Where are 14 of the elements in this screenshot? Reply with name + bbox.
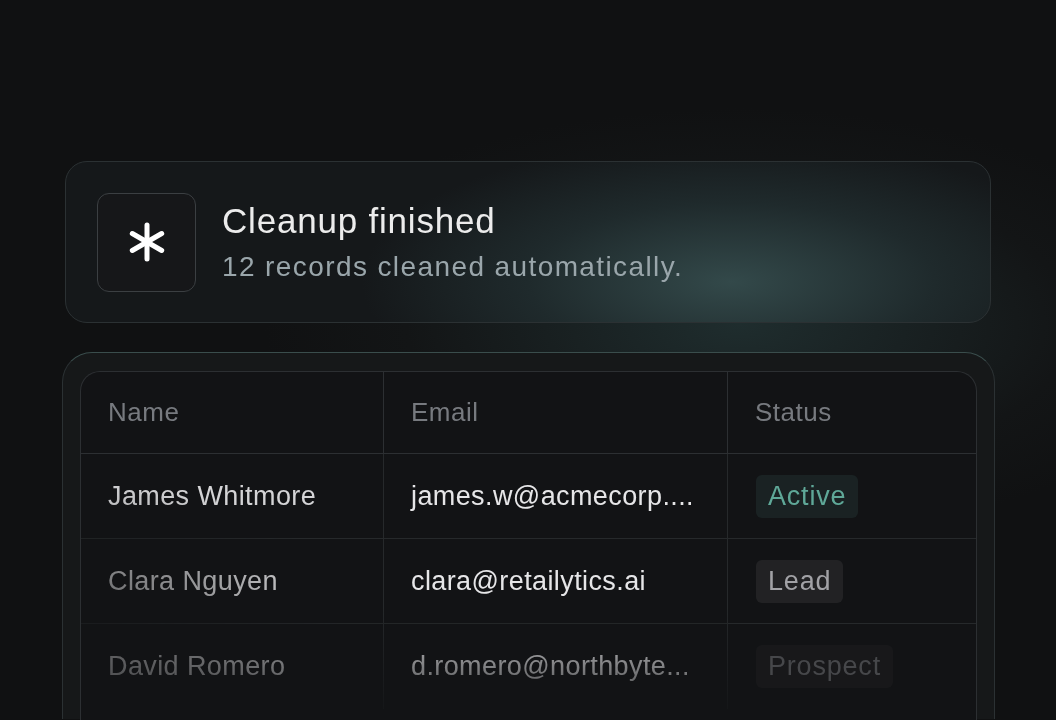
status-tag: Lead (756, 559, 844, 603)
column-header: Email (411, 396, 479, 429)
table-cell-text: Clara Nguyen (108, 564, 278, 598)
status-tag: Active (756, 474, 859, 518)
asterisk-icon (97, 192, 196, 292)
table-cell-text: d.romero@northbyte... (411, 650, 690, 684)
column-header: Status (755, 396, 832, 429)
table-cell-text: clara@retailytics.ai (411, 564, 646, 598)
notification-message: 12 records cleaned automatically. (222, 250, 684, 284)
notification-title: Cleanup finished (222, 200, 497, 242)
table-cell-text: james.w@acmecorp.... (411, 479, 694, 513)
table-cell-text: David Romero (108, 650, 286, 684)
column-header: Name (108, 396, 180, 429)
table-cell-text: James Whitmore (108, 479, 317, 513)
